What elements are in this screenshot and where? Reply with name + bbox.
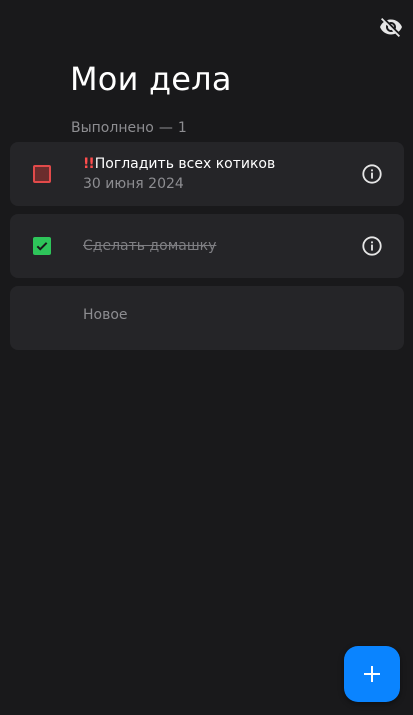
task-text[interactable]: Сделать домашку (83, 237, 216, 255)
task-checkbox[interactable] (33, 165, 51, 183)
task-title-text: Погладить всех котиков (94, 156, 276, 172)
eye-off-icon (380, 18, 402, 37)
done-counter-label: Выполнено (71, 120, 154, 136)
task-text[interactable]: !!Погладить всех котиков 30 июня 2024 (83, 155, 275, 193)
checkmark-icon (36, 242, 48, 251)
plus-icon (364, 666, 380, 682)
done-counter: Выполнено —1 (71, 120, 187, 136)
task-list: !!Погладить всех котиков 30 июня 2024 Сд… (10, 142, 404, 358)
task-deadline: 30 июня 2024 (83, 176, 184, 192)
task-row[interactable]: Сделать домашку (10, 214, 404, 278)
visibility-toggle-button[interactable] (378, 14, 404, 40)
new-task-row[interactable]: Новое (10, 286, 404, 350)
task-row[interactable]: !!Погладить всех котиков 30 июня 2024 (10, 142, 404, 206)
done-counter-value: 1 (177, 120, 187, 136)
add-task-button[interactable] (344, 646, 400, 702)
task-title-text: Сделать домашку (83, 238, 217, 254)
todo-screen: Мои дела Выполнено —1 !!Погладить всех ко… (0, 0, 413, 715)
high-priority-icon: !! (83, 156, 95, 172)
info-icon[interactable] (361, 235, 383, 257)
page-title: Мои дела (70, 60, 232, 98)
new-task-label: Новое (83, 307, 128, 323)
task-title: !!Погладить всех котиков (83, 155, 275, 173)
info-icon[interactable] (361, 163, 383, 185)
done-counter-separator: — (158, 120, 173, 136)
task-checkbox-checked[interactable] (33, 237, 51, 255)
